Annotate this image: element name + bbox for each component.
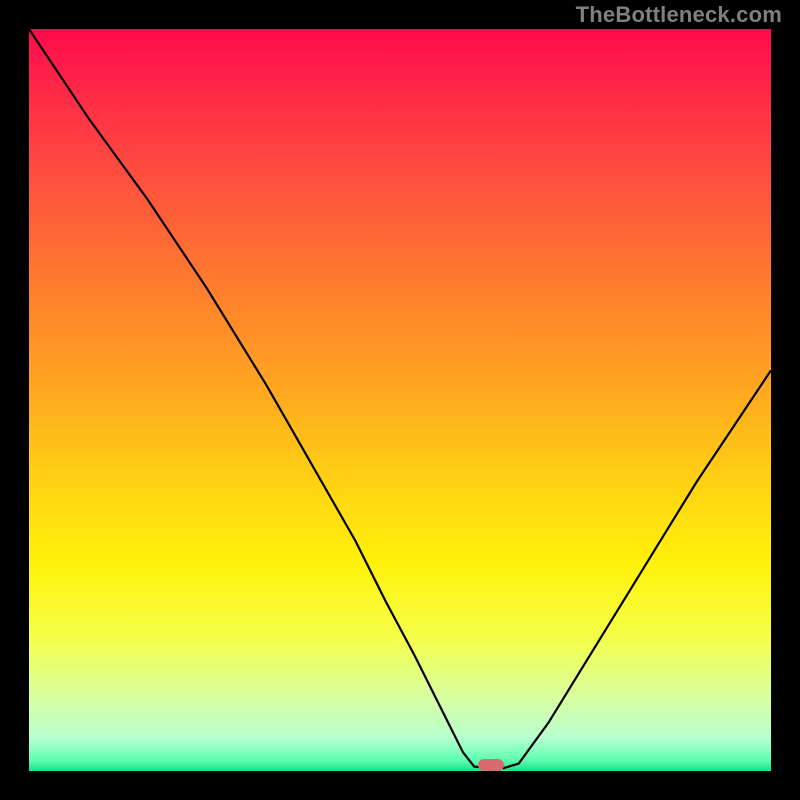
trough-marker xyxy=(478,759,504,771)
chart-stage: TheBottleneck.com xyxy=(0,0,800,800)
chart-svg xyxy=(0,0,800,800)
plot-background xyxy=(29,29,771,771)
watermark-text: TheBottleneck.com xyxy=(576,2,782,28)
